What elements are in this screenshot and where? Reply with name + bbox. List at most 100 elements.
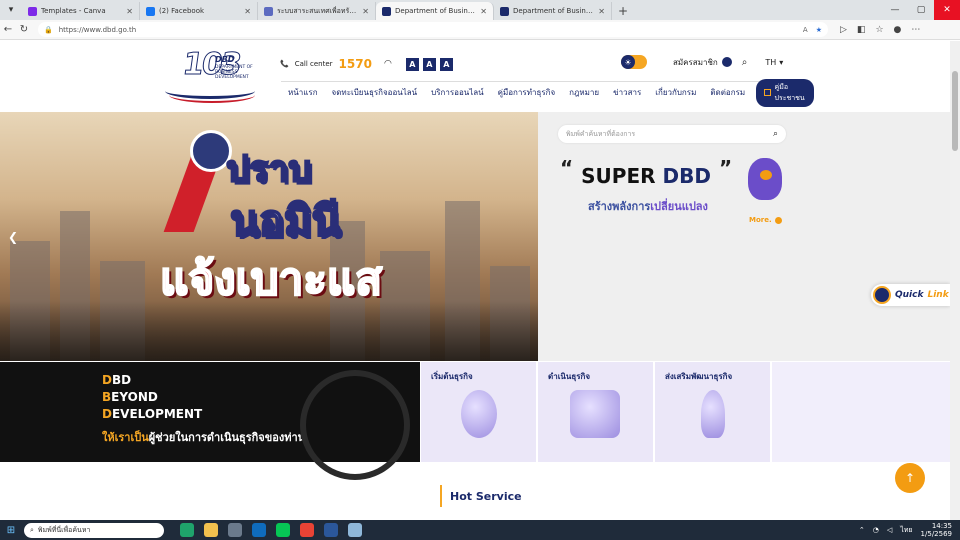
clock[interactable]: 14:35 1/5/2569 bbox=[921, 522, 952, 538]
beyond-banner[interactable]: DBD BEYOND DEVELOPMENT ให้เราเป็นผู้ช่วย… bbox=[0, 362, 420, 480]
word-initial: B bbox=[102, 390, 112, 404]
carousel-prev-icon[interactable]: ❮ bbox=[8, 230, 18, 244]
profile-icon[interactable]: ● bbox=[894, 25, 902, 35]
taskbar-search-input[interactable]: ⌕ พิมพ์ที่นี่เพื่อค้นหา bbox=[24, 522, 164, 538]
quick-link-button[interactable]: Quick Link bbox=[871, 284, 950, 306]
super-prefix: SUPER bbox=[581, 164, 656, 188]
word-icon[interactable] bbox=[324, 523, 338, 537]
logo-abbr: DBD bbox=[215, 55, 235, 64]
theme-toggle[interactable]: ☀ bbox=[621, 55, 647, 69]
browser-tab[interactable]: Templates - Canva ✕ bbox=[22, 2, 140, 20]
address-bar: ← ↻ 🔒 https://www.dbd.go.th A ★ ▷ ◧ ☆ ● ⋯ bbox=[0, 20, 960, 40]
input-language[interactable]: ไทย bbox=[900, 525, 912, 536]
favorite-star-icon[interactable]: ★ bbox=[816, 26, 822, 34]
refresh-icon[interactable]: ↻ bbox=[16, 24, 32, 35]
card-empty bbox=[772, 362, 950, 462]
rss-icon[interactable]: ◠ bbox=[384, 59, 392, 69]
word-initial: D bbox=[102, 407, 112, 421]
browser-tab[interactable]: Department of Business Developme ✕ bbox=[494, 2, 612, 20]
page-scrollbar[interactable] bbox=[950, 41, 960, 520]
card-start-business[interactable]: เริ่มต้นธุรกิจ bbox=[421, 362, 536, 462]
nav-item-contact[interactable]: ติดต่อกรม bbox=[703, 86, 752, 99]
windows-taskbar: ⊞ ⌕ พิมพ์ที่นี่เพื่อค้นหา ⌃ ◔ ◁ ไทย 14:3… bbox=[0, 520, 960, 540]
clock-date: 1/5/2569 bbox=[920, 530, 952, 538]
close-window-icon[interactable]: ✕ bbox=[934, 0, 960, 20]
notepad-icon[interactable] bbox=[348, 523, 362, 537]
edge-app-icon[interactable] bbox=[180, 523, 194, 537]
mascot-eye bbox=[760, 170, 772, 180]
back-to-top-button[interactable]: ↑ bbox=[895, 463, 925, 493]
close-tab-icon[interactable]: ✕ bbox=[598, 7, 605, 16]
system-tray: ⌃ ◔ ◁ ไทย 14:35 1/5/2569 bbox=[859, 522, 960, 538]
close-tab-icon[interactable]: ✕ bbox=[244, 7, 251, 16]
super-brand: DBD bbox=[662, 164, 711, 188]
browser-tab[interactable]: ระบบสาระสนเทศเพื่อทรัพย์สินทางปัญญา ✕ bbox=[258, 2, 376, 20]
nav-item-online-registration[interactable]: จดทะเบียนธุรกิจออนไลน์ bbox=[325, 86, 425, 99]
play-icon[interactable]: ▷ bbox=[840, 25, 847, 35]
search-icon[interactable]: ⌕ bbox=[742, 57, 748, 68]
font-size-large-button[interactable]: A bbox=[439, 57, 453, 71]
site-search-input[interactable]: พิมพ์คำค้นหาที่ต้องการ ⌕ bbox=[558, 125, 786, 143]
heading-bar bbox=[440, 485, 442, 507]
dbd-icon bbox=[500, 6, 509, 16]
calculator-icon[interactable] bbox=[228, 523, 242, 537]
network-icon[interactable]: ◔ bbox=[873, 526, 879, 534]
rocket-icon bbox=[701, 390, 725, 438]
close-tab-icon[interactable]: ✕ bbox=[480, 7, 487, 16]
slogan-part: สร้างพลังการ bbox=[588, 200, 651, 213]
maximize-icon[interactable]: ▢ bbox=[908, 0, 934, 20]
read-aloud-icon[interactable]: A bbox=[803, 26, 808, 34]
call-center-number[interactable]: 1570 bbox=[339, 57, 372, 71]
more-icon[interactable]: ⋯ bbox=[911, 25, 920, 35]
favorites-icon[interactable]: ☆ bbox=[875, 25, 883, 35]
browser-tab-active[interactable]: Department of Business Developme ✕ bbox=[376, 2, 494, 20]
new-tab-button[interactable]: + bbox=[612, 2, 634, 20]
hot-service-heading: Hot Service bbox=[440, 485, 522, 507]
browser-tab[interactable]: (2) Facebook ✕ bbox=[140, 2, 258, 20]
member-link[interactable]: สมัครสมาชิก bbox=[673, 56, 732, 69]
nav-item-home[interactable]: หน้าแรก bbox=[281, 86, 325, 99]
font-size-small-button[interactable]: A bbox=[405, 57, 419, 71]
nav-item-news[interactable]: ข่าวสาร bbox=[606, 86, 648, 99]
windows-start-icon[interactable]: ⊞ bbox=[0, 525, 22, 536]
card-operate-business[interactable]: ดำเนินธุรกิจ bbox=[538, 362, 653, 462]
dbd-icon bbox=[382, 6, 391, 16]
window-controls: — ▢ ✕ bbox=[882, 0, 960, 20]
nav-item-law[interactable]: กฎหมาย bbox=[562, 86, 606, 99]
more-link[interactable]: More. bbox=[749, 216, 782, 224]
chrome-icon[interactable] bbox=[300, 523, 314, 537]
minimize-icon[interactable]: — bbox=[882, 0, 908, 20]
url-field[interactable]: 🔒 https://www.dbd.go.th A ★ bbox=[38, 22, 828, 37]
extensions-icon[interactable]: ◧ bbox=[857, 25, 866, 35]
close-tab-icon[interactable]: ✕ bbox=[362, 7, 369, 16]
lightbulb-icon bbox=[461, 390, 497, 438]
scrollbar-thumb[interactable] bbox=[952, 71, 958, 151]
volume-icon[interactable]: ◁ bbox=[887, 526, 892, 534]
tab-menu-icon[interactable]: ▾ bbox=[0, 0, 22, 20]
language-select[interactable]: TH ▾ bbox=[765, 58, 783, 67]
slogan-highlight: เปลี่ยนแปลง bbox=[650, 200, 708, 213]
line-icon[interactable] bbox=[276, 523, 290, 537]
quick-label: Quick bbox=[895, 290, 924, 300]
hero-banner[interactable]: ปราบ นอมินี แจ้งเบาะแส ❮ bbox=[0, 112, 538, 361]
close-tab-icon[interactable]: ✕ bbox=[126, 7, 133, 16]
hero-title-3: แจ้งเบาะแส bbox=[159, 253, 383, 306]
taskbar-apps bbox=[180, 523, 362, 537]
url-text: https://www.dbd.go.th bbox=[58, 25, 137, 34]
citizen-manual-button[interactable]: คู่มือประชาชน bbox=[756, 78, 815, 107]
chevron-up-icon[interactable]: ⌃ bbox=[859, 526, 865, 534]
font-size-medium-button[interactable]: A bbox=[422, 57, 436, 71]
nav-item-business-guide[interactable]: คู่มือการทำธุรกิจ bbox=[491, 86, 563, 99]
file-explorer-icon[interactable] bbox=[204, 523, 218, 537]
search-icon: ⌕ bbox=[30, 525, 34, 534]
tab-label: ระบบสาระสนเทศเพื่อทรัพย์สินทางปัญญา bbox=[277, 6, 358, 15]
nav-item-online-services[interactable]: บริการออนไลน์ bbox=[424, 86, 490, 99]
outlook-icon[interactable] bbox=[252, 523, 266, 537]
search-icon[interactable]: ⌕ bbox=[773, 129, 778, 139]
nav-item-about[interactable]: เกี่ยวกับกรม bbox=[648, 86, 703, 99]
dbd-logo[interactable]: 103 DBD DEPARTMENT OF BUSINESS DEVELOPME… bbox=[165, 47, 260, 109]
back-icon[interactable]: ← bbox=[0, 24, 16, 35]
card-title: เริ่มต้นธุรกิจ bbox=[431, 372, 473, 381]
logo-swoosh bbox=[169, 87, 255, 103]
card-promote-business[interactable]: ส่งเสริมพัฒนาธุรกิจ bbox=[655, 362, 770, 462]
